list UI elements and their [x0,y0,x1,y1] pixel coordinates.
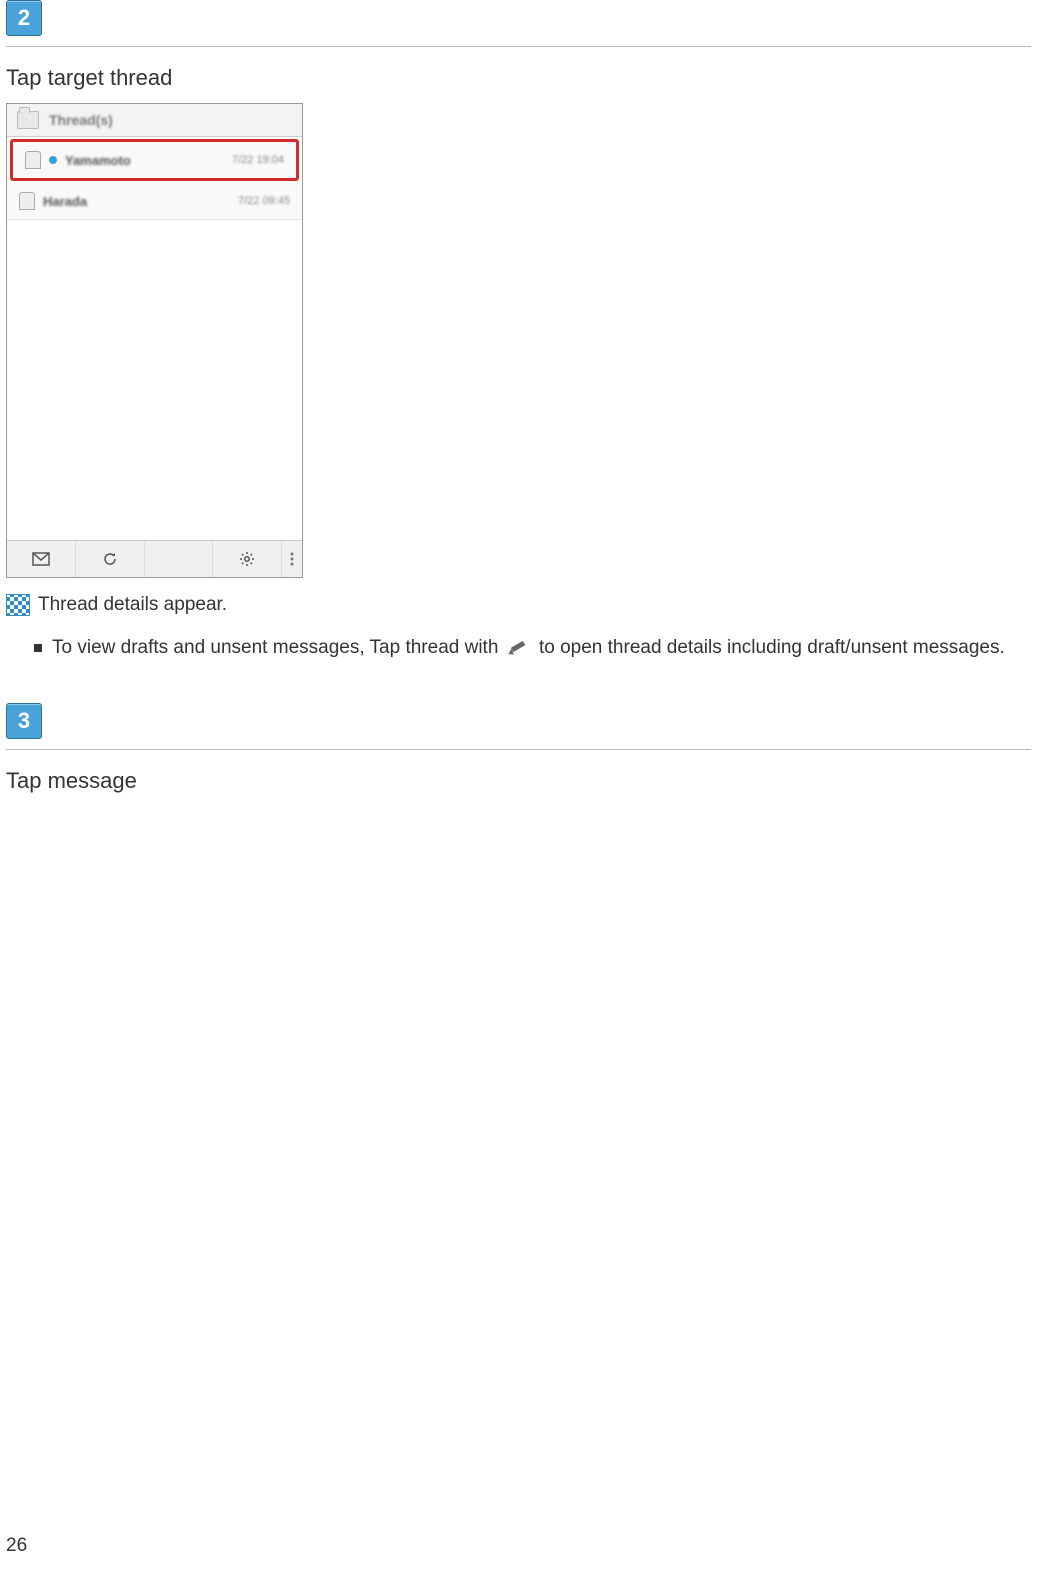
result-text: Thread details appear. [38,594,227,616]
divider [6,749,1031,750]
result-flag-icon [6,594,30,616]
note-text-after: to open thread details including draft/u… [539,637,1005,658]
thread-time: 7/22 09:45 [238,195,290,207]
status-dot-icon [49,156,57,164]
note-item: To view drafts and unsent messages, Tap … [34,634,1031,663]
bullet-icon [34,644,42,652]
thread-row-active[interactable]: Yamamoto 7/22 19:04 [10,139,299,181]
step-3-title: Tap message [6,768,1031,794]
contact-icon [25,151,41,169]
thread-row[interactable]: Harada 7/22 09:45 [7,183,302,220]
settings-icon[interactable] [213,541,282,577]
blank-toolbar-slot [145,541,214,577]
step-2-block: 2 Tap target thread Thread(s) Yamamoto 7… [6,0,1031,663]
pencil-icon [508,641,530,655]
page-number: 26 [6,1535,27,1557]
phone-header-title: Thread(s) [49,112,113,128]
divider [6,46,1031,47]
phone-toolbar [7,540,302,577]
thread-name: Harada [43,194,230,209]
refresh-icon[interactable] [76,541,145,577]
thread-time: 7/22 19:04 [232,154,284,166]
result-line: Thread details appear. [6,594,1031,616]
phone-header: Thread(s) [7,104,302,137]
note-list: To view drafts and unsent messages, Tap … [34,634,1031,663]
contact-icon [19,192,35,210]
step-badge-2: 2 [6,0,42,36]
folder-icon [17,111,39,129]
thread-name: Yamamoto [65,153,224,168]
note-text-before: To view drafts and unsent messages, Tap … [52,637,498,658]
note-text: To view drafts and unsent messages, Tap … [52,634,1005,663]
compose-icon[interactable] [7,541,76,577]
phone-body-empty [7,220,302,540]
more-icon[interactable] [282,541,302,577]
step-badge-3: 3 [6,703,42,739]
step-3-block: 3 Tap message [6,703,1031,794]
phone-screenshot: Thread(s) Yamamoto 7/22 19:04 Harada 7/2… [6,103,303,578]
step-2-title: Tap target thread [6,65,1031,91]
